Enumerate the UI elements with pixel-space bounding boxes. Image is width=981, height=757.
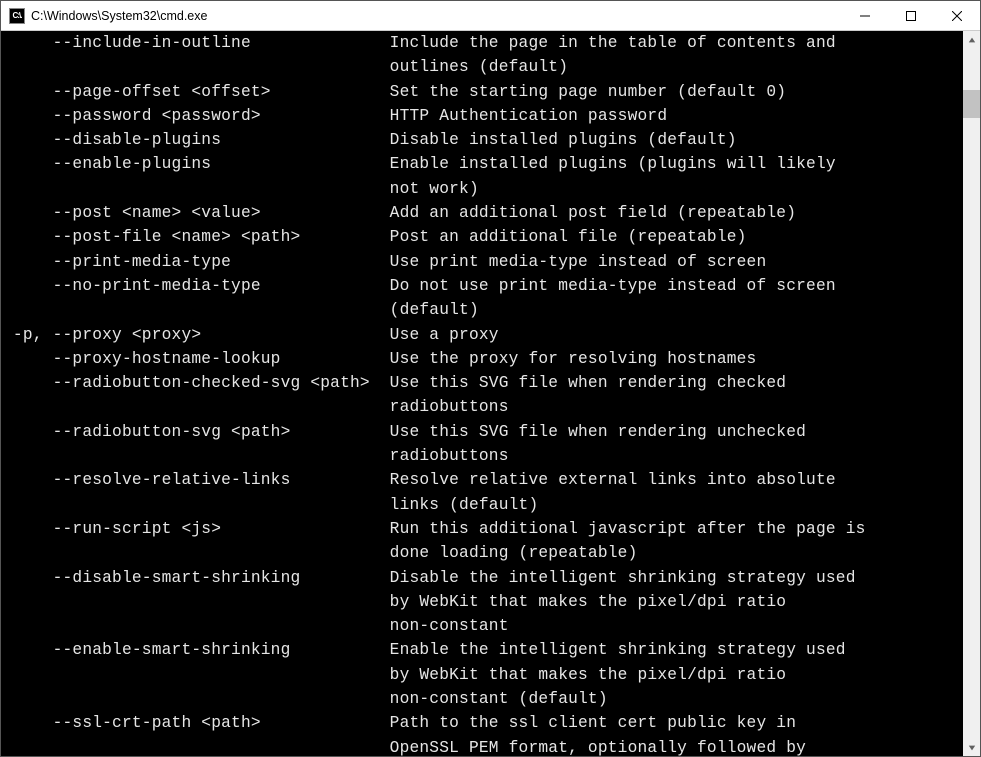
option-line: --print-media-type Use print media-type … [3,250,963,274]
option-line: outlines (default) [3,55,963,79]
cmd-window: C:\. C:\Windows\System32\cmd.exe --inclu… [0,0,981,757]
option-line: -p, --proxy <proxy> Use a proxy [3,323,963,347]
scrollbar-track[interactable] [963,48,980,739]
option-line: --enable-plugins Enable installed plugin… [3,152,963,176]
maximize-icon [906,11,916,21]
option-line: non-constant (default) [3,687,963,711]
option-line: --radiobutton-svg <path> Use this SVG fi… [3,420,963,444]
titlebar[interactable]: C:\. C:\Windows\System32\cmd.exe [1,1,980,31]
option-line: radiobuttons [3,444,963,468]
option-line: non-constant [3,614,963,638]
option-line: --proxy-hostname-lookup Use the proxy fo… [3,347,963,371]
close-button[interactable] [934,1,980,31]
option-line: --ssl-crt-path <path> Path to the ssl cl… [3,711,963,735]
scroll-down-button[interactable] [963,739,980,756]
option-line: done loading (repeatable) [3,541,963,565]
option-line: --enable-smart-shrinking Enable the inte… [3,638,963,662]
vertical-scrollbar[interactable] [963,31,980,756]
option-line: --password <password> HTTP Authenticatio… [3,104,963,128]
option-line: by WebKit that makes the pixel/dpi ratio [3,590,963,614]
option-line: radiobuttons [3,395,963,419]
cmd-icon: C:\. [9,8,25,24]
console-output[interactable]: --include-in-outline Include the page in… [1,31,963,756]
client-area: --include-in-outline Include the page in… [1,31,980,756]
chevron-up-icon [968,36,976,44]
option-line: not work) [3,177,963,201]
maximize-button[interactable] [888,1,934,31]
minimize-button[interactable] [842,1,888,31]
option-line: --radiobutton-checked-svg <path> Use thi… [3,371,963,395]
option-line: by WebKit that makes the pixel/dpi ratio [3,663,963,687]
option-line: --post <name> <value> Add an additional … [3,201,963,225]
minimize-icon [860,11,870,21]
option-line: --no-print-media-type Do not use print m… [3,274,963,298]
option-line: --disable-plugins Disable installed plug… [3,128,963,152]
option-line: --run-script <js> Run this additional ja… [3,517,963,541]
option-line: links (default) [3,493,963,517]
window-title: C:\Windows\System32\cmd.exe [31,9,207,23]
chevron-down-icon [968,744,976,752]
option-line: --page-offset <offset> Set the starting … [3,80,963,104]
scrollbar-thumb[interactable] [963,90,980,118]
close-icon [952,11,962,21]
option-line: --resolve-relative-links Resolve relativ… [3,468,963,492]
scroll-up-button[interactable] [963,31,980,48]
option-line: --post-file <name> <path> Post an additi… [3,225,963,249]
option-line: OpenSSL PEM format, optionally followed … [3,736,963,756]
option-line: --disable-smart-shrinking Disable the in… [3,566,963,590]
option-line: (default) [3,298,963,322]
option-line: --include-in-outline Include the page in… [3,31,963,55]
